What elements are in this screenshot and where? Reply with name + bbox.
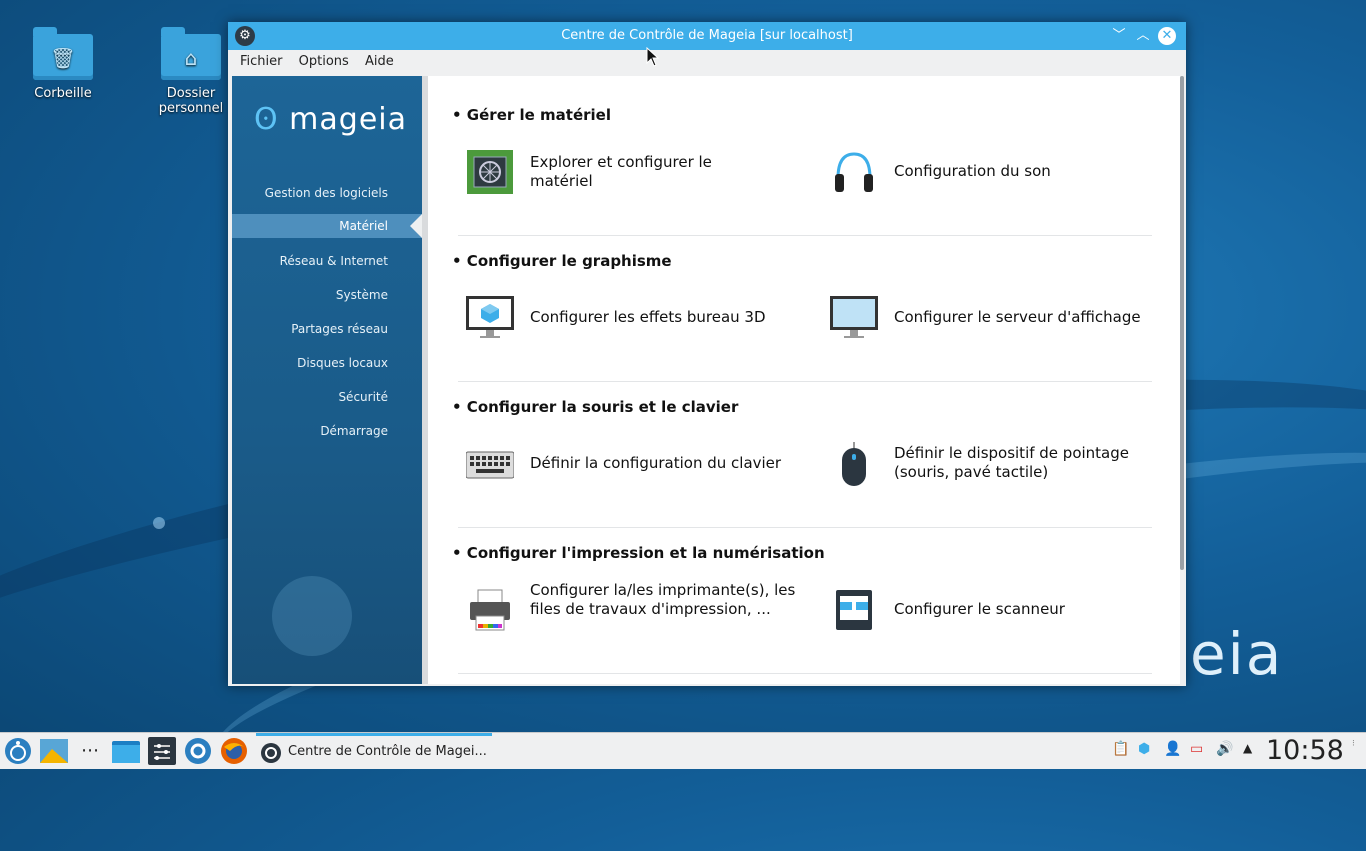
content-scrollbar[interactable] bbox=[1180, 76, 1184, 570]
desktop-icon-label: Corbeille bbox=[34, 86, 92, 101]
volume-icon[interactable]: 🔊 bbox=[1216, 741, 1236, 769]
wallpaper-dot bbox=[153, 517, 165, 529]
users-icon[interactable]: 👤 bbox=[1164, 741, 1182, 769]
section-separator bbox=[458, 527, 1152, 528]
sidebar-item-boot[interactable]: Démarrage bbox=[320, 424, 388, 438]
battery-icon[interactable]: ▭ bbox=[1190, 741, 1210, 769]
window-titlebar[interactable]: ⚙ Centre de Contrôle de Mageia [sur loca… bbox=[228, 22, 1186, 50]
mageia-logo: ʘ mageia bbox=[254, 102, 407, 137]
hardware-chip-icon[interactable] bbox=[466, 148, 514, 196]
close-icon[interactable]: ✕ bbox=[1158, 27, 1176, 45]
file-manager-icon[interactable] bbox=[112, 737, 140, 765]
monitor-icon[interactable] bbox=[830, 294, 878, 342]
menu-aide[interactable]: Aide bbox=[359, 50, 400, 69]
trash-icon: 🗑 bbox=[33, 27, 93, 80]
updates-icon[interactable]: ⬢ bbox=[1138, 741, 1156, 769]
task-label: Centre de Contrôle de Magei... bbox=[288, 744, 487, 759]
tool-scanner[interactable]: Configurer le scanneur bbox=[894, 600, 1065, 619]
tool-3d-effects[interactable]: Configurer les effets bureau 3D bbox=[530, 308, 766, 327]
menu-options[interactable]: Options bbox=[293, 50, 355, 69]
window-title: Centre de Contrôle de Mageia [sur localh… bbox=[561, 28, 853, 43]
clock[interactable]: 10:58 bbox=[1266, 735, 1344, 766]
wallpaper-logo: eia bbox=[1190, 620, 1284, 688]
desktop-icon-trash[interactable]: 🗑 Corbeille bbox=[8, 27, 118, 101]
maximize-icon[interactable]: ︿ bbox=[1134, 27, 1152, 45]
section-separator bbox=[458, 673, 1152, 674]
panel-handle-icon[interactable]: ⁝ bbox=[1352, 739, 1362, 767]
minimize-icon[interactable]: ﹀ bbox=[1110, 27, 1128, 45]
scanner-icon[interactable] bbox=[830, 586, 878, 634]
sidebar-item-software[interactable]: Gestion des logiciels bbox=[265, 186, 388, 200]
mouse-icon[interactable] bbox=[830, 440, 878, 488]
taskbar: ⋯ Centre de Contrôle de Magei... 📋 ⬢ 👤 ▭… bbox=[0, 732, 1366, 769]
keyboard-icon[interactable] bbox=[465, 440, 515, 488]
control-center-window: ⚙ Centre de Contrôle de Mageia [sur loca… bbox=[228, 22, 1186, 686]
mageia-menu-icon[interactable] bbox=[4, 737, 32, 765]
monitor-3d-icon[interactable] bbox=[466, 294, 514, 342]
printer-icon[interactable] bbox=[466, 586, 514, 634]
tool-printers[interactable]: Configurer la/les imprimante(s), les fil… bbox=[530, 581, 800, 619]
section-separator bbox=[458, 235, 1152, 236]
section-title: • Configurer la souris et le clavier bbox=[452, 398, 739, 416]
sidebar-item-security[interactable]: Sécurité bbox=[338, 390, 388, 404]
control-center-icon[interactable] bbox=[184, 737, 212, 765]
more-apps-icon[interactable]: ⋯ bbox=[76, 737, 104, 765]
mouse-cursor-icon bbox=[646, 47, 660, 67]
section-title: • Configurer le graphisme bbox=[452, 252, 672, 270]
sidebar-item-disks[interactable]: Disques locaux bbox=[297, 356, 388, 370]
firefox-icon[interactable] bbox=[220, 737, 248, 765]
settings-panel-icon[interactable] bbox=[148, 737, 176, 765]
tray-expand-icon[interactable]: ▲ bbox=[1243, 741, 1259, 769]
tool-hardware-explorer[interactable]: Explorer et configurer le matériel bbox=[530, 153, 760, 191]
tool-display-server[interactable]: Configurer le serveur d'affichage bbox=[894, 308, 1141, 327]
section-title: • Gérer le matériel bbox=[452, 106, 611, 124]
tool-keyboard-config[interactable]: Définir la configuration du clavier bbox=[530, 454, 781, 473]
decorative-bubble bbox=[272, 576, 352, 656]
tool-pointing-device[interactable]: Définir le dispositif de pointage (souri… bbox=[894, 444, 1164, 482]
category-sidebar: ʘ mageia Gestion des logiciels Matériel … bbox=[232, 76, 422, 684]
sidebar-item-system[interactable]: Système bbox=[336, 288, 388, 302]
section-title: • Configurer l'impression et la numérisa… bbox=[452, 544, 825, 562]
image-viewer-icon[interactable] bbox=[40, 737, 68, 765]
sidebar-item-shares[interactable]: Partages réseau bbox=[291, 322, 388, 336]
sidebar-item-hardware[interactable]: Matériel bbox=[232, 214, 422, 238]
headphones-icon[interactable] bbox=[830, 148, 878, 196]
section-separator bbox=[458, 381, 1152, 382]
tools-panel: • Gérer le matériel Explorer et configur… bbox=[428, 76, 1180, 684]
taskbar-task-control-center[interactable]: Centre de Contrôle de Magei... bbox=[256, 733, 492, 769]
clipboard-icon[interactable]: 📋 bbox=[1112, 741, 1130, 769]
home-folder-icon: ⌂ bbox=[161, 27, 221, 80]
sidebar-item-network[interactable]: Réseau & Internet bbox=[280, 254, 388, 268]
menu-fichier[interactable]: Fichier bbox=[228, 50, 289, 69]
tool-sound-config[interactable]: Configuration du son bbox=[894, 162, 1051, 181]
menubar: Fichier Options Aide bbox=[228, 50, 1186, 74]
control-center-task-icon bbox=[261, 743, 281, 763]
